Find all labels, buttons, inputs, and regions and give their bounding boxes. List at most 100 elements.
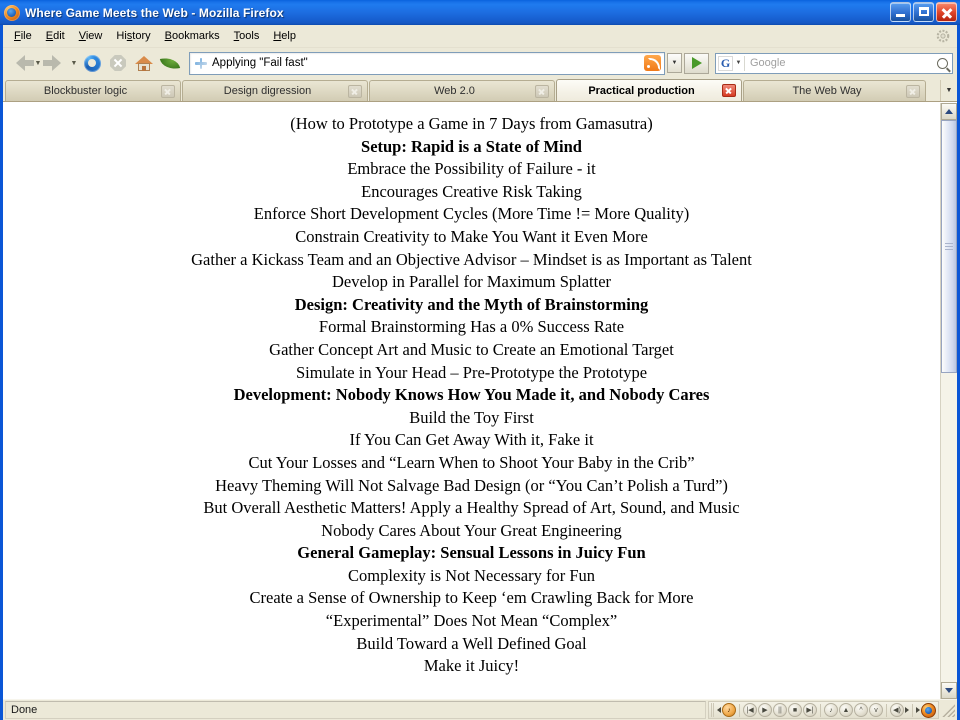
go-button[interactable]: [684, 52, 709, 74]
stop-icon[interactable]: ■: [788, 703, 802, 717]
tab-design-digression[interactable]: Design digression: [182, 80, 368, 101]
content-line: Constrain Creativity to Make You Want it…: [295, 226, 648, 246]
tab-bar: Blockbuster logic Design digression Web …: [3, 78, 957, 102]
menu-help[interactable]: Help: [266, 28, 303, 44]
search-engine-dropdown-icon[interactable]: ▼: [733, 60, 744, 66]
menu-history[interactable]: History: [109, 28, 157, 44]
tab-label: The Web Way: [792, 85, 862, 97]
menu-bar: File Edit View History Bookmarks Tools H…: [3, 25, 957, 48]
toolbar-grip[interactable]: [711, 703, 715, 717]
content-line: Cut Your Losses and “Learn When to Shoot…: [248, 452, 695, 472]
address-bar-value: Applying "Fail fast": [212, 57, 308, 69]
content-heading: Setup: Rapid is a State of Mind: [361, 136, 582, 156]
previous-track-icon[interactable]: |◀: [743, 703, 757, 717]
search-input[interactable]: Google: [750, 57, 932, 69]
tab-close-icon[interactable]: [535, 84, 549, 98]
tab-blockbuster-logic[interactable]: Blockbuster logic: [5, 80, 181, 101]
collapse-left-icon[interactable]: [717, 707, 721, 713]
separator: [820, 703, 821, 717]
pause-icon[interactable]: ||: [773, 703, 787, 717]
status-overflow-icon[interactable]: [916, 707, 920, 713]
title-bar: Where Game Meets the Web - Mozilla Firef…: [0, 0, 960, 25]
stop-button[interactable]: [105, 50, 131, 76]
menu-tools[interactable]: Tools: [227, 28, 267, 44]
menu-view[interactable]: View: [72, 28, 110, 44]
content-line: Simulate in Your Head – Pre-Prototype th…: [295, 362, 648, 382]
browser-chrome: File Edit View History Bookmarks Tools H…: [3, 25, 957, 720]
search-divider: [744, 55, 745, 71]
media-overflow-icon[interactable]: [905, 707, 909, 713]
vertical-scrollbar[interactable]: [940, 103, 957, 699]
next-track-icon[interactable]: ▶|: [803, 703, 817, 717]
content-line: Gather a Kickass Team and an Objective A…: [191, 249, 752, 269]
tab-close-icon[interactable]: [161, 84, 175, 98]
menu-edit[interactable]: Edit: [39, 28, 72, 44]
forward-button[interactable]: [42, 50, 69, 76]
content-line: Make it Juicy!: [423, 656, 520, 676]
separator: [886, 703, 887, 717]
scrollbar-thumb[interactable]: [941, 120, 957, 373]
content-line: Develop in Parallel for Maximum Splatter: [331, 272, 612, 292]
scroll-down-button[interactable]: [941, 682, 957, 699]
forward-dropdown-icon[interactable]: ▼: [69, 50, 79, 76]
content-line: Complexity is Not Necessary for Fun: [347, 565, 595, 585]
window-title: Where Game Meets the Web - Mozilla Firef…: [25, 5, 284, 20]
music-note-icon[interactable]: ♪: [722, 703, 736, 717]
content-line: Heavy Theming Will Not Salvage Bad Desig…: [215, 475, 728, 495]
rss-feed-icon[interactable]: [644, 55, 661, 71]
content-line: (How to Prototype a Game in 7 Days from …: [290, 114, 653, 133]
firefox-icon[interactable]: [921, 702, 936, 718]
leaf-bookmark-icon[interactable]: [157, 50, 183, 76]
search-icon[interactable]: [932, 57, 952, 69]
content-heading: Development: Nobody Knows How You Made i…: [233, 385, 710, 405]
address-dropdown-icon[interactable]: ▼: [667, 53, 682, 73]
scroll-up-button[interactable]: [941, 103, 957, 120]
window-controls: [890, 2, 957, 22]
search-box[interactable]: G ▼ Google: [715, 52, 953, 74]
content-line: Gather Concept Art and Music to Create a…: [269, 339, 674, 359]
content-line: Create a Sense of Ownership to Keep ‘em …: [249, 588, 694, 608]
tab-close-icon[interactable]: [722, 84, 736, 97]
back-dropdown-icon[interactable]: ▼: [33, 50, 43, 76]
minimize-button[interactable]: [890, 2, 911, 22]
tab-label: Practical production: [588, 84, 695, 97]
content-line: Embrace the Possibility of Failure - it: [347, 159, 596, 179]
address-bar[interactable]: Applying "Fail fast": [189, 51, 665, 75]
status-message: Done: [5, 701, 706, 719]
play-icon[interactable]: ▶: [758, 703, 772, 717]
reload-button[interactable]: [79, 50, 105, 76]
content-line: Build Toward a Well Defined Goal: [356, 633, 587, 653]
content-line: But Overall Aesthetic Matters! Apply a H…: [203, 498, 740, 518]
tab-label: Blockbuster logic: [43, 85, 128, 97]
gear-icon[interactable]: [935, 28, 951, 44]
resize-grip[interactable]: [941, 703, 955, 717]
content-line: Formal Brainstorming Has a 0% Success Ra…: [318, 317, 625, 337]
tab-close-icon[interactable]: [906, 84, 920, 98]
tab-practical-production[interactable]: Practical production: [556, 79, 742, 101]
content-line: Nobody Cares About Your Great Engineerin…: [321, 520, 622, 540]
tab-label: Web 2.0: [434, 85, 475, 97]
google-icon[interactable]: G: [718, 55, 733, 71]
tab-close-icon[interactable]: [348, 84, 362, 98]
page-favicon-icon: [194, 56, 208, 70]
maximize-button[interactable]: [913, 2, 934, 22]
eject-icon[interactable]: ▲: [839, 703, 853, 717]
separator: [739, 703, 740, 717]
tab-label: Design digression: [223, 85, 312, 97]
speaker-icon[interactable]: ◀): [890, 703, 904, 717]
scrollbar-track[interactable]: [941, 120, 957, 682]
close-button[interactable]: [936, 2, 957, 22]
home-button[interactable]: [131, 50, 157, 76]
content-line: If You Can Get Away With it, Fake it: [349, 430, 594, 450]
volume-down-icon[interactable]: v: [869, 703, 883, 717]
tab-list-dropdown-icon[interactable]: ▼: [940, 80, 957, 101]
navigation-toolbar: ▼ ▼ Applying "Fail fast" ▼ G ▼ Google: [3, 48, 957, 78]
menu-bookmarks[interactable]: Bookmarks: [158, 28, 227, 44]
back-button[interactable]: [7, 50, 34, 76]
tab-web-2-0[interactable]: Web 2.0: [369, 80, 555, 101]
volume-up-icon[interactable]: ^: [854, 703, 868, 717]
tab-the-web-way[interactable]: The Web Way: [743, 80, 926, 101]
content-heading: Design: Creativity and the Myth of Brain…: [294, 294, 649, 314]
menu-file[interactable]: File: [7, 28, 39, 44]
note-small-icon[interactable]: ♪: [824, 703, 838, 717]
